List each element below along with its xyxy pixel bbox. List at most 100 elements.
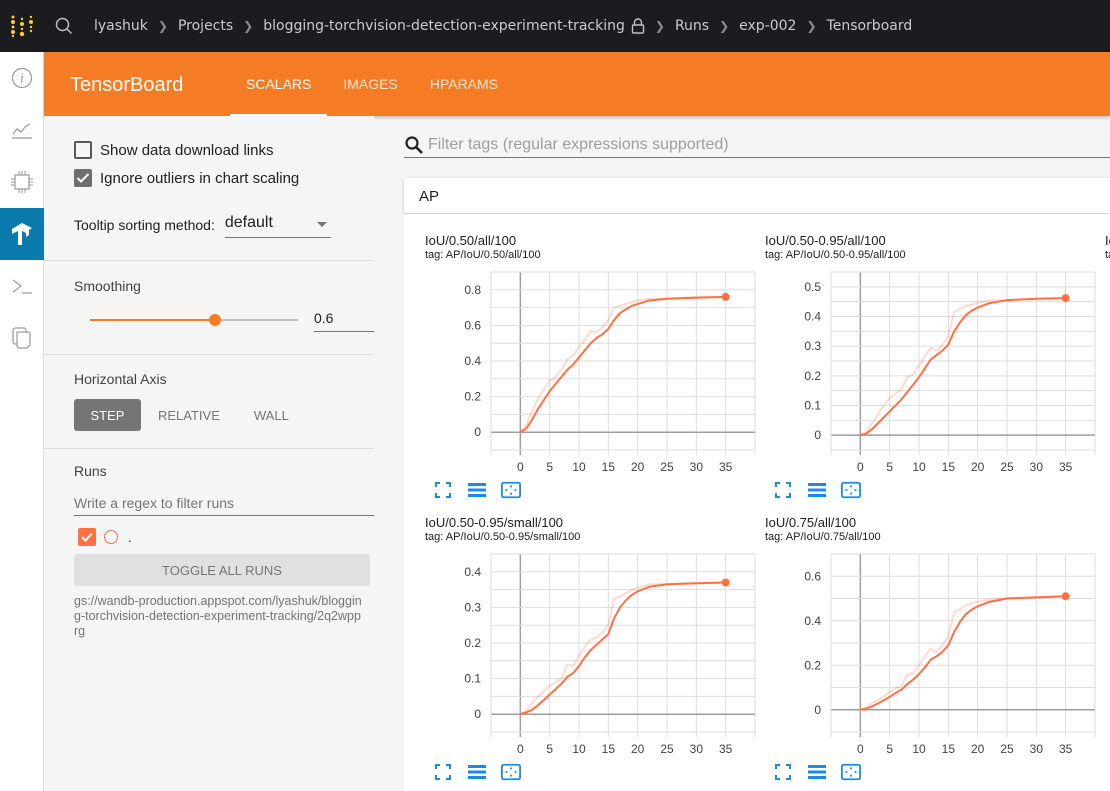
rail-item-charts[interactable] bbox=[0, 104, 44, 156]
y-tick-label: 0 bbox=[474, 707, 481, 721]
tab-bar: SCALARS IMAGES HPARAMS bbox=[230, 52, 514, 116]
run-color-swatch[interactable] bbox=[104, 530, 118, 544]
runs-label: Runs bbox=[74, 463, 107, 479]
search-icon bbox=[405, 135, 423, 154]
ignore-outliers-label: Ignore outliers in chart scaling bbox=[100, 169, 300, 187]
toggle-log-scale-icon[interactable] bbox=[807, 481, 827, 499]
rail-item-system[interactable] bbox=[0, 156, 44, 208]
axis-relative-button[interactable]: RELATIVE bbox=[141, 399, 237, 431]
y-tick-label: 0.4 bbox=[804, 614, 821, 628]
y-tick-label: 0.2 bbox=[464, 390, 481, 404]
chip-icon bbox=[11, 171, 33, 193]
line-chart[interactable]: 0 0.2 0.4 0.6 0.8 0 5 10 15 20 25 30 35 bbox=[425, 270, 765, 478]
breadcrumb-tensorboard[interactable]: Tensorboard bbox=[827, 18, 913, 34]
x-tick-label: 15 bbox=[602, 460, 616, 474]
chevron-right-icon: ❯ bbox=[719, 19, 730, 33]
x-tick-label: 15 bbox=[942, 460, 956, 474]
chart-line-icon bbox=[12, 123, 32, 139]
ignore-outliers-checkbox[interactable] bbox=[74, 169, 92, 187]
chevron-right-icon: ❯ bbox=[243, 19, 254, 33]
run-item[interactable]: . bbox=[74, 528, 374, 546]
x-tick-label: 0 bbox=[517, 742, 524, 756]
breadcrumb-run[interactable]: exp-002 bbox=[739, 18, 796, 34]
smoothed-series-line bbox=[860, 297, 1066, 437]
run-checkbox[interactable] bbox=[78, 528, 96, 546]
chart-toolbar bbox=[773, 481, 861, 499]
fit-domain-icon[interactable] bbox=[841, 481, 861, 499]
toggle-log-scale-icon[interactable] bbox=[807, 763, 827, 781]
slider-fill bbox=[90, 319, 215, 321]
smoothing-section: Smoothing 0.6 bbox=[44, 261, 374, 355]
terminal-icon bbox=[12, 279, 32, 294]
breadcrumb-user[interactable]: lyashuk bbox=[94, 18, 148, 34]
breadcrumb-runs[interactable]: Runs bbox=[675, 18, 709, 34]
x-tick-label: 10 bbox=[572, 742, 586, 756]
smoothing-slider[interactable] bbox=[90, 310, 298, 330]
line-chart[interactable]: 0 0.2 0.4 0.6 0 5 10 15 20 25 30 35 bbox=[765, 552, 1105, 760]
y-tick-label: 0.6 bbox=[804, 569, 821, 583]
wandb-logo-icon[interactable] bbox=[0, 0, 44, 52]
smoothed-series-line bbox=[519, 295, 726, 434]
chart-tag: ta bbox=[1105, 249, 1110, 261]
smoothing-label: Smoothing bbox=[74, 278, 141, 294]
tag-group-header[interactable]: AP bbox=[404, 178, 1110, 213]
y-tick-label: 0 bbox=[474, 425, 481, 439]
rail-item-tensorboard[interactable] bbox=[0, 208, 44, 260]
chart-card-partial: Io ta bbox=[1105, 234, 1110, 509]
x-tick-label: 5 bbox=[886, 742, 893, 756]
line-chart[interactable]: 0 0.1 0.2 0.3 0.4 0.5 0 5 10 15 20 25 30 35 bbox=[765, 270, 1105, 478]
x-tick-label: 35 bbox=[1059, 742, 1073, 756]
rail-item-overview[interactable]: i bbox=[0, 52, 44, 104]
chart-tag: tag: AP/IoU/0.50/all/100 bbox=[425, 249, 541, 261]
x-tick-label: 35 bbox=[1059, 460, 1073, 474]
line-chart[interactable]: 0 0.1 0.2 0.3 0.4 0 5 10 15 20 25 30 35 bbox=[425, 552, 765, 760]
tab-hparams[interactable]: HPARAMS bbox=[414, 52, 514, 116]
ignore-outliers-option[interactable]: Ignore outliers in chart scaling bbox=[74, 164, 374, 192]
chart-title: IoU/0.50/all/100 bbox=[425, 233, 517, 248]
chart-tag: tag: AP/IoU/0.50-0.95/small/100 bbox=[425, 531, 581, 543]
check-icon bbox=[76, 173, 90, 183]
toggle-log-scale-icon[interactable] bbox=[467, 481, 487, 499]
runs-filter-input[interactable]: Write a regex to filter runs bbox=[74, 487, 374, 516]
x-tick-label: 30 bbox=[1030, 742, 1044, 756]
fit-domain-icon[interactable] bbox=[501, 763, 521, 781]
caret-down-icon bbox=[316, 222, 327, 227]
fullscreen-icon[interactable] bbox=[773, 481, 793, 499]
settings-sidebar: Show data download links Ignore outliers… bbox=[44, 116, 374, 791]
toggle-all-runs-button[interactable]: TOGGLE ALL RUNS bbox=[74, 554, 370, 586]
tooltip-sorting-row: Tooltip sorting method: default bbox=[74, 212, 374, 238]
y-tick-label: 0.1 bbox=[804, 399, 821, 413]
axis-wall-button[interactable]: WALL bbox=[237, 399, 306, 431]
chart-tag: tag: AP/IoU/0.75/all/100 bbox=[765, 531, 881, 543]
rail-item-logs[interactable] bbox=[0, 260, 44, 312]
x-tick-label: 15 bbox=[942, 742, 956, 756]
raw-series-line bbox=[859, 595, 1066, 711]
tag-filter-input[interactable]: Filter tags (regular expressions support… bbox=[404, 132, 1110, 158]
search-icon[interactable] bbox=[44, 0, 84, 52]
tooltip-sorting-value: default bbox=[224, 214, 273, 231]
x-tick-label: 5 bbox=[546, 460, 553, 474]
chevron-right-icon: ❯ bbox=[654, 19, 665, 33]
tag-group-title: AP bbox=[419, 188, 440, 205]
breadcrumb-project[interactable]: blogging-torchvision-detection-experimen… bbox=[263, 18, 625, 34]
tab-scalars[interactable]: SCALARS bbox=[230, 52, 328, 116]
toggle-log-scale-icon[interactable] bbox=[467, 763, 487, 781]
fit-domain-icon[interactable] bbox=[501, 481, 521, 499]
slider-thumb[interactable] bbox=[208, 314, 221, 326]
chart-toolbar bbox=[433, 763, 521, 781]
show-download-links-option[interactable]: Show data download links bbox=[74, 136, 374, 164]
top-bar: lyashuk ❯ Projects ❯ blogging-torchvisio… bbox=[0, 0, 1110, 52]
breadcrumb-projects[interactable]: Projects bbox=[178, 18, 233, 34]
axis-step-button[interactable]: STEP bbox=[74, 399, 141, 431]
tooltip-sorting-select[interactable]: default bbox=[224, 212, 331, 238]
rail-item-files[interactable] bbox=[0, 312, 44, 364]
fullscreen-icon[interactable] bbox=[433, 481, 453, 499]
x-tick-label: 30 bbox=[690, 460, 704, 474]
tab-images[interactable]: IMAGES bbox=[327, 52, 413, 116]
fit-domain-icon[interactable] bbox=[841, 763, 861, 781]
smoothing-input[interactable]: 0.6 bbox=[314, 308, 374, 332]
show-download-links-checkbox[interactable] bbox=[74, 141, 92, 159]
fullscreen-icon[interactable] bbox=[773, 763, 793, 781]
show-download-links-label: Show data download links bbox=[100, 141, 274, 159]
fullscreen-icon[interactable] bbox=[433, 763, 453, 781]
